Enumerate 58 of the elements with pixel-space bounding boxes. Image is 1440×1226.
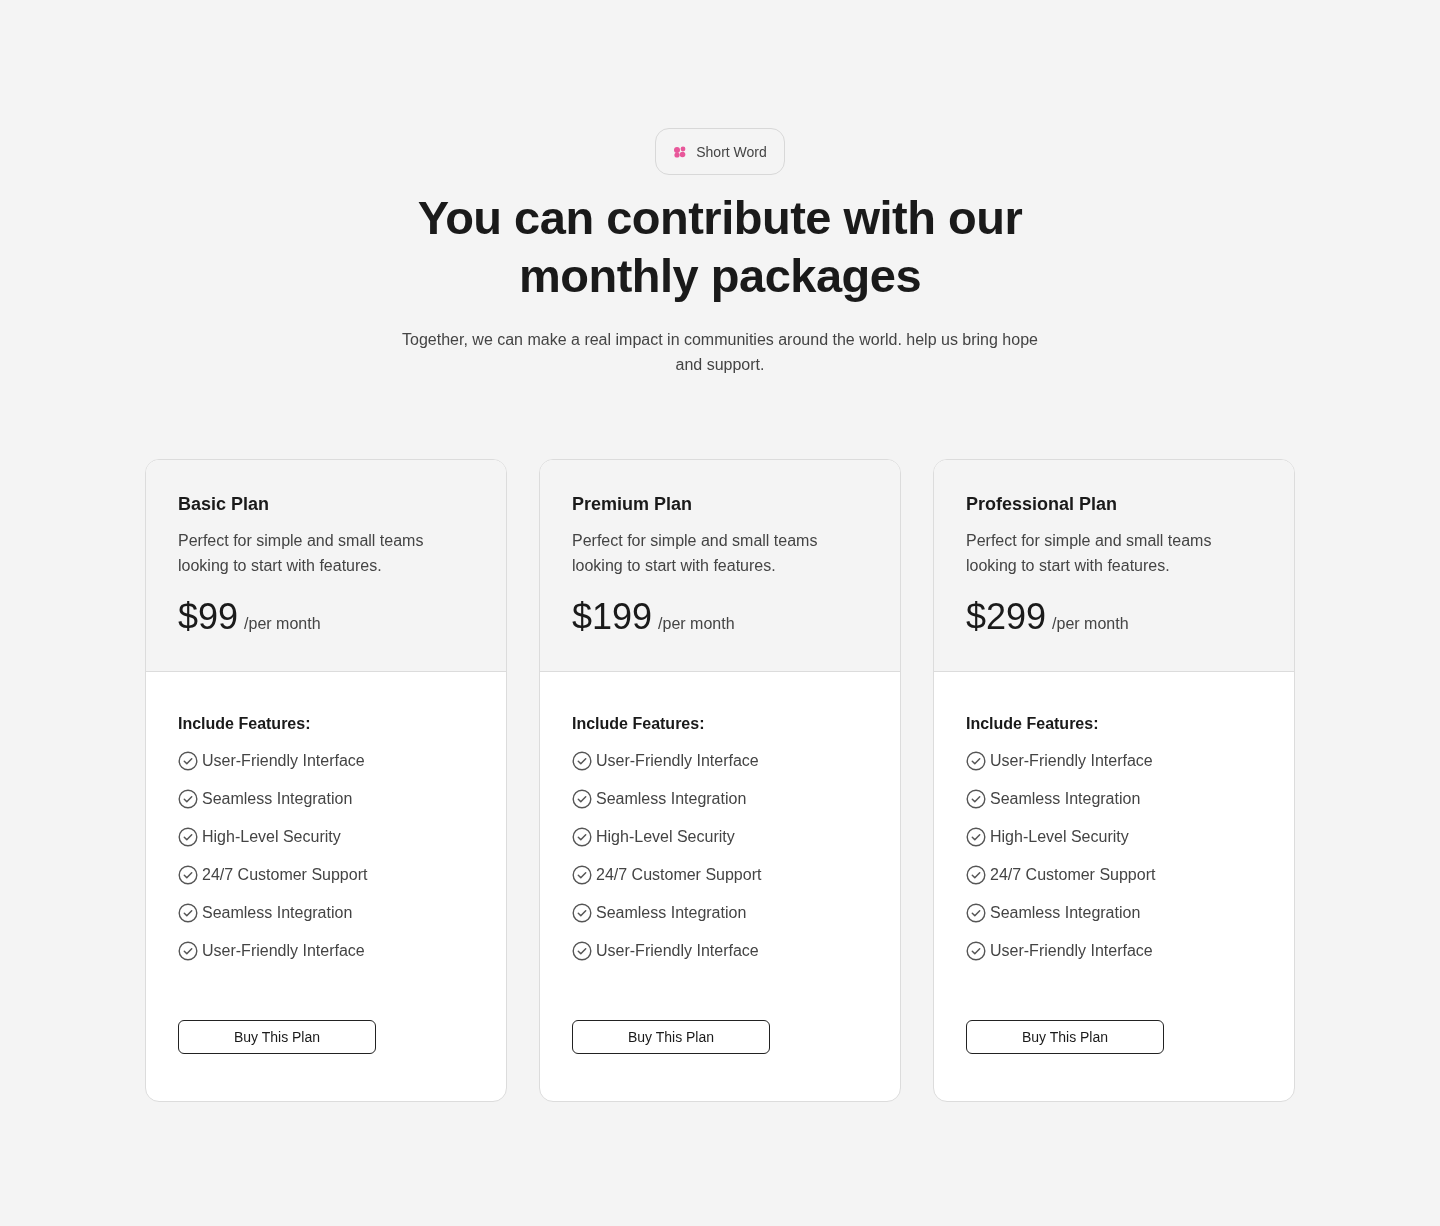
plan-name: Premium Plan	[572, 494, 694, 515]
feature-text: User-Friendly Interface	[202, 751, 365, 771]
feature-text: User-Friendly Interface	[990, 941, 1153, 961]
feature-text: Seamless Integration	[596, 789, 747, 809]
check-circle-icon	[572, 864, 592, 885]
plan-name: Professional Plan	[966, 494, 1119, 515]
check-circle-icon	[572, 940, 592, 961]
feature-text: 24/7 Customer Support	[202, 865, 368, 885]
dots-icon	[673, 145, 688, 158]
feature-text: Seamless Integration	[990, 789, 1141, 809]
feature-text: User-Friendly Interface	[596, 941, 759, 961]
check-circle-icon	[966, 940, 986, 961]
plan-description: Perfect for simple and small teams looking to start with features.	[572, 531, 819, 576]
price-period: /per month	[244, 615, 321, 633]
buy-plan-button[interactable]: Buy This Plan	[178, 1020, 376, 1054]
check-circle-icon	[178, 902, 198, 923]
check-circle-icon	[966, 864, 986, 885]
check-circle-icon	[966, 788, 986, 809]
features-title: Include Features:	[178, 715, 312, 733]
feature-text: 24/7 Customer Support	[596, 865, 762, 885]
feature-text: High-Level Security	[596, 827, 735, 847]
feature-text: Seamless Integration	[202, 903, 353, 923]
check-circle-icon	[178, 750, 198, 771]
check-circle-icon	[178, 864, 198, 885]
check-circle-icon	[178, 940, 198, 961]
buy-plan-button[interactable]: Buy This Plan	[572, 1020, 770, 1054]
plan-description: Perfect for simple and small teams looking to start with features.	[178, 531, 425, 576]
check-circle-icon	[572, 826, 592, 847]
page-heading: You can contribute with our monthly packages	[416, 190, 1024, 304]
feature-text: Seamless Integration	[596, 903, 747, 923]
page-subheading: Together, we can make a real impact in communities around the world. help us bring hope and support.	[401, 330, 1039, 375]
plan-name: Basic Plan	[178, 494, 271, 515]
feature-text: User-Friendly Interface	[596, 751, 759, 771]
buy-plan-button[interactable]: Buy This Plan	[966, 1020, 1164, 1054]
feature-text: High-Level Security	[202, 827, 341, 847]
check-circle-icon	[178, 788, 198, 809]
price-period: /per month	[1052, 615, 1129, 633]
check-circle-icon	[572, 750, 592, 771]
feature-text: 24/7 Customer Support	[990, 865, 1156, 885]
plan-description: Perfect for simple and small teams looking to start with features.	[966, 531, 1213, 576]
check-circle-icon	[966, 826, 986, 847]
feature-text: Seamless Integration	[202, 789, 353, 809]
check-circle-icon	[572, 902, 592, 923]
plan-price: $99	[178, 596, 239, 638]
features-title: Include Features:	[966, 715, 1100, 733]
feature-text: High-Level Security	[990, 827, 1129, 847]
tag-label: Short Word	[696, 143, 767, 160]
feature-text: Seamless Integration	[990, 903, 1141, 923]
feature-text: User-Friendly Interface	[202, 941, 365, 961]
price-period: /per month	[658, 615, 735, 633]
plan-price: $299	[966, 596, 1047, 638]
features-title: Include Features:	[572, 715, 706, 733]
plan-price: $199	[572, 596, 653, 638]
check-circle-icon	[966, 750, 986, 771]
check-circle-icon	[966, 902, 986, 923]
check-circle-icon	[572, 788, 592, 809]
feature-text: User-Friendly Interface	[990, 751, 1153, 771]
check-circle-icon	[178, 826, 198, 847]
